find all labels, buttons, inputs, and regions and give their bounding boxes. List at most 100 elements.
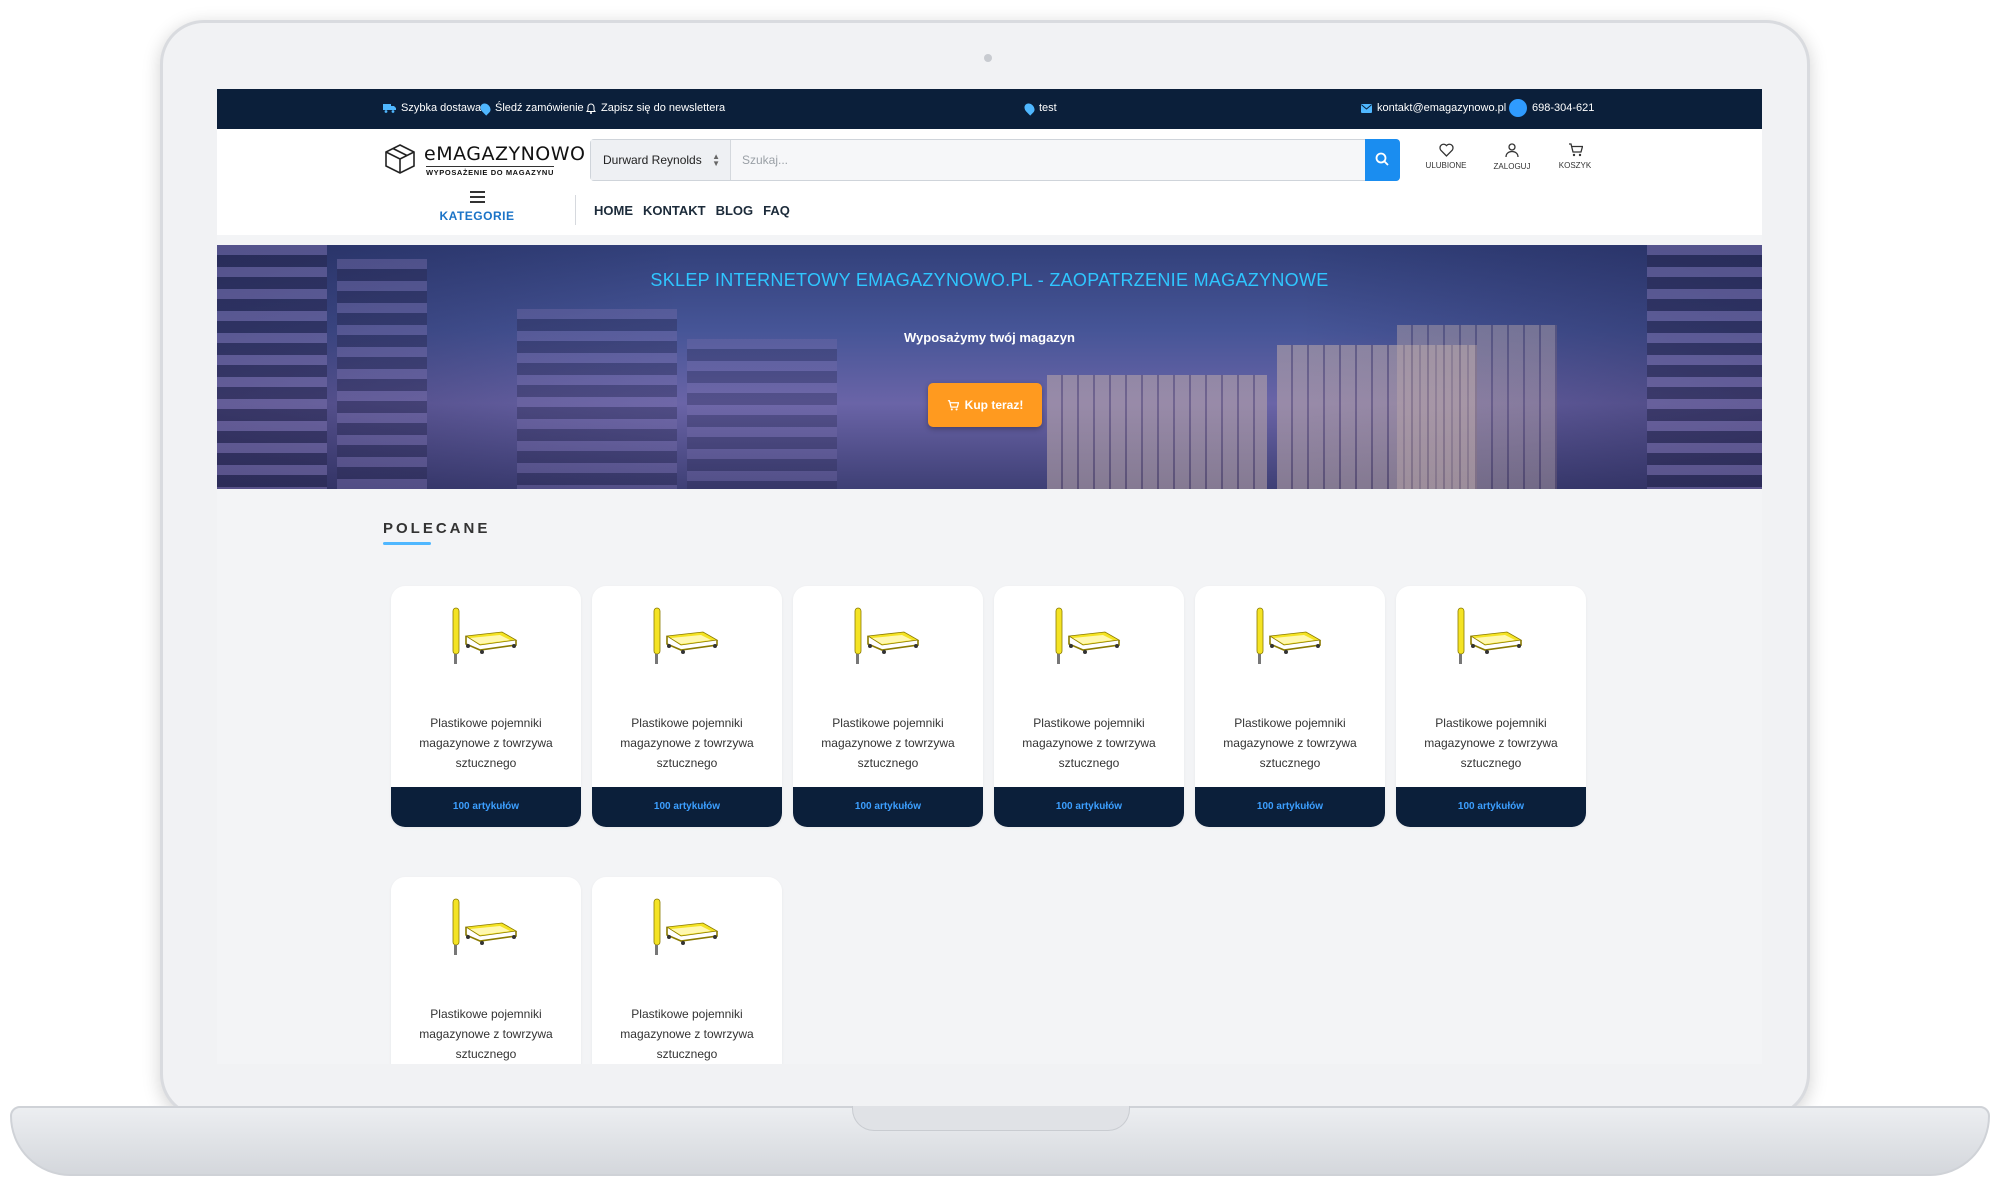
login-button[interactable]: ZALOGUJ <box>1482 143 1542 171</box>
nav-link-contact[interactable]: KONTAKT <box>643 203 706 218</box>
categories-label: KATEGORIE <box>439 209 515 223</box>
product-card[interactable]: Plastikowe pojemniki magazynowe z towrzyw… <box>391 877 581 1064</box>
favorites-label: ULUBIONE <box>1425 161 1467 170</box>
product-name-line: Plastikowe pojemniki <box>430 716 542 730</box>
product-name-line: Plastikowe pojemniki <box>1033 716 1145 730</box>
product-name-line: sztucznego <box>656 1047 718 1061</box>
product-name[interactable]: Plastikowe pojemniki magazynowe z towrzyw… <box>401 1004 571 1064</box>
product-name-line: sztucznego <box>1259 756 1321 770</box>
hero-boxes <box>1047 375 1267 489</box>
site-logo[interactable]: eMAGAZYNOWO WYPOSAŻENIE DO MAGAZYNU <box>384 140 585 180</box>
product-count-footer[interactable]: 100 artykułów <box>994 787 1184 827</box>
product-image[interactable] <box>448 606 524 672</box>
product-card[interactable]: Plastikowe pojemniki magazynowe z towrzyw… <box>994 586 1184 827</box>
product-count-label: 100 artykułów <box>1055 801 1123 812</box>
nav-divider <box>575 195 576 225</box>
buy-now-button[interactable]: Kup teraz! <box>928 383 1042 427</box>
product-name-line: Plastikowe pojemniki <box>832 716 944 730</box>
bell-icon <box>586 102 596 114</box>
heart-icon <box>1438 143 1454 157</box>
hero-boxes <box>1397 325 1557 489</box>
product-name-line: magazynowe z towrzywa <box>821 736 955 750</box>
phone-icon <box>1509 99 1527 117</box>
product-count-footer[interactable]: 100 artykułów <box>1396 787 1586 827</box>
nav-links: HOME KONTAKT BLOG FAQ <box>594 203 790 218</box>
main-navigation: KATEGORIE HOME KONTAKT BLOG FAQ <box>217 181 1762 235</box>
product-card[interactable]: Plastikowe pojemniki magazynowe z towrzyw… <box>1195 586 1385 827</box>
fast-delivery-label: Szybka dostawa <box>401 102 482 114</box>
product-image[interactable] <box>649 606 725 672</box>
product-count-label: 100 artykułów <box>854 801 922 812</box>
product-count-footer[interactable]: 100 artykułów <box>1195 787 1385 827</box>
categories-menu-button[interactable]: KATEGORIE <box>427 191 527 223</box>
product-name-line: Plastikowe pojemniki <box>631 716 743 730</box>
truck-icon <box>383 104 396 113</box>
nav-link-blog[interactable]: BLOG <box>716 203 754 218</box>
product-count-label: 100 artykułów <box>1457 801 1525 812</box>
product-name-line: Plastikowe pojemniki <box>631 1007 743 1021</box>
location-pin-icon <box>1022 100 1037 116</box>
product-name[interactable]: Plastikowe pojemniki magazynowe z towrzyw… <box>1406 713 1576 773</box>
hero-subtitle: Wyposażymy twój magazyn <box>904 330 1075 345</box>
product-name-line: magazynowe z towrzywa <box>1022 736 1156 750</box>
track-order-link[interactable]: Śledź zamówienie <box>478 100 584 116</box>
top-info-bar: Szybka dostawa Śledź zamówienie Zapisz s… <box>217 89 1762 129</box>
product-card[interactable]: Plastikowe pojemniki magazynowe z towrzyw… <box>592 877 782 1064</box>
product-name[interactable]: Plastikowe pojemniki magazynowe z towrzyw… <box>1205 713 1375 773</box>
product-count-footer[interactable]: 100 artykułów <box>793 787 983 827</box>
email-label: kontakt@emagazynowo.pl <box>1377 102 1507 114</box>
product-card[interactable]: Plastikowe pojemniki magazynowe z towrzyw… <box>391 586 581 827</box>
product-card[interactable]: Plastikowe pojemniki magazynowe z towrzyw… <box>1396 586 1586 827</box>
product-card[interactable]: Plastikowe pojemniki magazynowe z towrzyw… <box>592 586 782 827</box>
product-image[interactable] <box>1252 606 1328 672</box>
product-image[interactable] <box>649 897 725 963</box>
product-name-line: sztucznego <box>1058 756 1120 770</box>
product-name-line: Plastikowe pojemniki <box>1234 716 1346 730</box>
product-count-label: 100 artykułów <box>1256 801 1324 812</box>
product-image[interactable] <box>448 897 524 963</box>
cart-icon <box>1568 143 1583 157</box>
product-name[interactable]: Plastikowe pojemniki magazynowe z towrzyw… <box>803 713 973 773</box>
location-label: test <box>1039 102 1057 114</box>
nav-link-faq[interactable]: FAQ <box>763 203 790 218</box>
fast-delivery-link[interactable]: Szybka dostawa <box>383 102 481 114</box>
section-underline <box>383 542 431 545</box>
product-name[interactable]: Plastikowe pojemniki magazynowe z towrzyw… <box>602 1004 772 1064</box>
product-name-line: sztucznego <box>455 756 517 770</box>
product-card[interactable]: Plastikowe pojemniki magazynowe z towrzyw… <box>793 586 983 827</box>
hamburger-icon <box>469 191 485 203</box>
category-select-value: Durward Reynolds <box>603 153 702 167</box>
product-count-label: 100 artykułów <box>452 801 520 812</box>
product-image[interactable] <box>1051 606 1127 672</box>
product-count-footer[interactable]: 100 artykułów <box>592 787 782 827</box>
browser-viewport: Szybka dostawa Śledź zamówienie Zapisz s… <box>217 89 1762 1064</box>
cart-button[interactable]: KOSZYK <box>1545 143 1605 170</box>
nav-link-home[interactable]: HOME <box>594 203 633 218</box>
product-name[interactable]: Plastikowe pojemniki magazynowe z towrzyw… <box>401 713 571 773</box>
cart-icon <box>947 399 959 410</box>
category-select[interactable]: Durward Reynolds ▲ ▼ <box>591 140 731 180</box>
search-input[interactable] <box>732 140 1359 180</box>
product-image[interactable] <box>850 606 926 672</box>
product-name-line: magazynowe z towrzywa <box>419 736 553 750</box>
location-pin-icon <box>478 100 493 116</box>
select-arrows-icon: ▲ ▼ <box>712 152 720 168</box>
email-link[interactable]: kontakt@emagazynowo.pl <box>1361 102 1506 114</box>
phone-link[interactable]: 698-304-621 <box>1509 99 1594 117</box>
product-name-line: sztucznego <box>656 756 718 770</box>
track-order-label: Śledź zamówienie <box>495 102 584 114</box>
product-name[interactable]: Plastikowe pojemniki magazynowe z towrzyw… <box>1004 713 1174 773</box>
hero-rack <box>687 339 837 489</box>
search-button[interactable] <box>1365 139 1400 181</box>
product-name-line: Plastikowe pojemniki <box>1435 716 1547 730</box>
newsletter-label: Zapisz się do newslettera <box>601 102 726 114</box>
product-count-footer[interactable]: 100 artykułów <box>391 787 581 827</box>
box-logo-icon <box>385 144 415 174</box>
laptop-camera <box>984 54 992 62</box>
product-name[interactable]: Plastikowe pojemniki magazynowe z towrzyw… <box>602 713 772 773</box>
favorites-button[interactable]: ULUBIONE <box>1416 143 1476 170</box>
phone-label: 698-304-621 <box>1532 102 1595 114</box>
product-image[interactable] <box>1453 606 1529 672</box>
site-header: eMAGAZYNOWO WYPOSAŻENIE DO MAGAZYNU Durw… <box>217 129 1762 235</box>
newsletter-link[interactable]: Zapisz się do newslettera <box>586 102 725 114</box>
